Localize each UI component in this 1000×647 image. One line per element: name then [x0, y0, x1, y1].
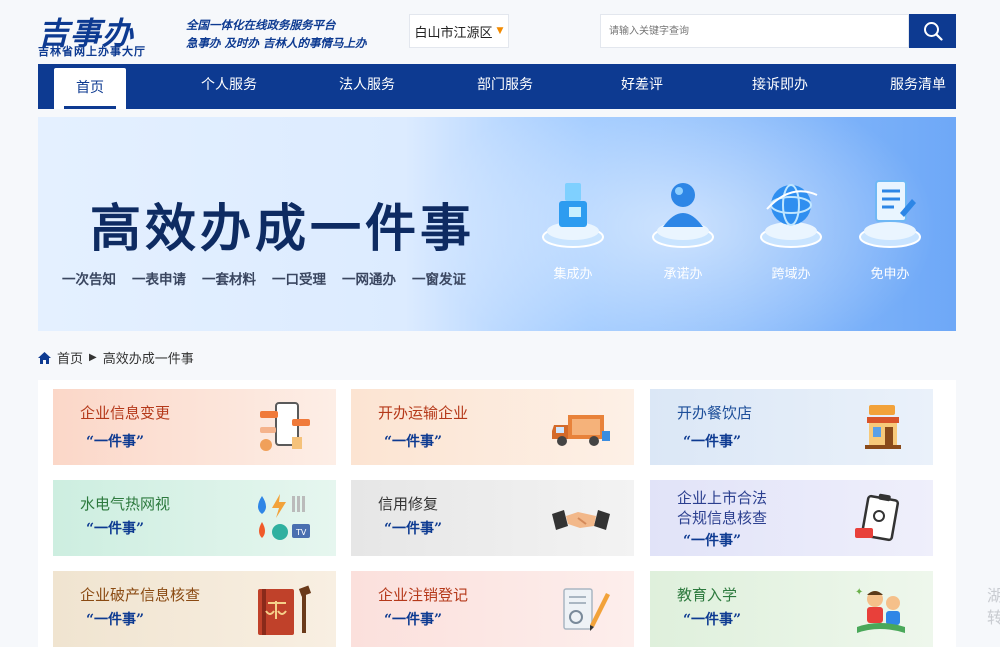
breadcrumb-current: 高效办成一件事: [102, 352, 194, 367]
card-title: 开办运输企业: [378, 404, 469, 422]
banner-tag: 一表申请: [132, 272, 186, 288]
card-title: 企业信息变更: [80, 404, 171, 422]
checklist-icon: [855, 493, 900, 542]
globe-icon: [757, 173, 825, 251]
banner-tag: 一窗发证: [412, 272, 466, 288]
site-header: 吉事办 吉林省网上办事大厅 全国一体化在线政务服务平台 急事办 及时办 吉林人的…: [38, 8, 956, 60]
person-icon: [649, 173, 717, 251]
card-subtitle: “一件事”: [683, 612, 742, 628]
restaurant-icon: [865, 405, 901, 449]
card-subtitle: “一件事”: [384, 521, 443, 537]
truck-icon: [552, 415, 610, 446]
side-floating-text[interactable]: 湖 转: [987, 585, 1000, 629]
banner-tags: 一次告知 一表申请 一套材料 一口受理 一网通办 一窗发证: [62, 268, 466, 288]
banner-tag: 一网通办: [342, 272, 396, 288]
caret-down-icon: ▼: [496, 26, 504, 36]
card-title: 水电气热网视: [80, 495, 171, 513]
card-title: 企业注销登记: [378, 586, 469, 604]
search-button[interactable]: [909, 14, 956, 48]
feature-label: 集成办: [553, 267, 593, 282]
feature-integrated[interactable]: 集成办: [531, 173, 615, 282]
site-slogan: 全国一体化在线政务服务平台 急事办 及时办 吉林人的事情马上办: [186, 16, 367, 52]
banner-tag: 一口受理: [272, 272, 326, 288]
slogan-line-1: 全国一体化在线政务服务平台: [186, 18, 336, 32]
hero-banner: 高效办成一件事 一次告知 一表申请 一套材料 一口受理 一网通办 一窗发证 集成…: [38, 117, 956, 331]
feature-label: 承诺办: [663, 267, 703, 282]
nav-item-department[interactable]: 部门服务: [464, 64, 546, 109]
document-icon: [856, 173, 924, 251]
breadcrumb: 首页 ▶ 高效办成一件事: [38, 348, 194, 367]
slogan-line-2: 急事办 及时办 吉林人的事情马上办: [186, 36, 367, 50]
card-title: 开办餐饮店: [677, 404, 753, 422]
nav-item-service-list[interactable]: 服务清单: [876, 64, 960, 109]
card-subtitle: “一件事”: [86, 521, 145, 537]
svg-text:TV: TV: [295, 528, 307, 537]
svg-text:✦: ✦: [855, 587, 863, 598]
card-subtitle: “一件事”: [384, 612, 443, 628]
home-icon: [38, 351, 51, 364]
main-nav: 首页 个人服务 法人服务 部门服务 好差评 接诉即办 服务清单: [38, 64, 956, 109]
document-pen-icon: [563, 588, 610, 631]
student-icon: ✦: [855, 587, 905, 633]
feature-promise[interactable]: 承诺办: [641, 173, 725, 282]
service-card[interactable]: 水电气热网视 “一件事” TV: [53, 480, 336, 556]
feature-label: 免申办: [870, 267, 910, 282]
card-subtitle: “一件事”: [384, 434, 443, 450]
utilities-icon: TV: [258, 494, 310, 540]
card-subtitle: “一件事”: [86, 434, 145, 450]
card-subtitle: “一件事”: [683, 434, 742, 450]
nav-item-complaint[interactable]: 接诉即办: [738, 64, 822, 109]
card-title: 教育入学: [677, 586, 738, 604]
nav-item-home[interactable]: 首页: [54, 68, 126, 109]
cubes-icon: [539, 173, 607, 251]
law-book-icon: [258, 585, 312, 635]
nav-item-review[interactable]: 好差评: [606, 64, 678, 109]
service-card[interactable]: 开办餐饮店 “一件事”: [650, 389, 933, 465]
service-card-grid: 企业信息变更 “一件事” 开办运输企业 “一件事” 开办餐饮店 “一件事” 水电…: [38, 380, 956, 647]
service-card[interactable]: 教育入学 “一件事” ✦: [650, 571, 933, 647]
chevron-right-icon: ▶: [89, 352, 97, 363]
card-subtitle: “一件事”: [86, 612, 145, 628]
phone-info-icon: [260, 402, 310, 451]
service-card[interactable]: 企业信息变更 “一件事”: [53, 389, 336, 465]
card-title: 企业破产信息核查: [80, 586, 201, 604]
breadcrumb-home[interactable]: 首页: [57, 348, 83, 367]
feature-cross-region[interactable]: 跨域办: [749, 173, 833, 282]
feature-label: 跨域办: [771, 267, 811, 282]
handshake-icon: [552, 510, 610, 530]
card-title: 企业上市合法 合规信息核查: [677, 489, 768, 527]
banner-tag: 一次告知: [62, 272, 116, 288]
card-subtitle: “一件事”: [683, 533, 742, 549]
search-input[interactable]: [600, 14, 909, 48]
nav-item-corporate[interactable]: 法人服务: [326, 64, 408, 109]
side-text: 湖 转: [987, 586, 1000, 627]
service-card[interactable]: 企业破产信息核查 “一件事”: [53, 571, 336, 647]
search-icon: [923, 22, 943, 41]
nav-item-personal[interactable]: 个人服务: [188, 64, 270, 109]
banner-tag: 一套材料: [202, 272, 256, 288]
region-selector[interactable]: 白山市江源区 ▼: [409, 14, 509, 48]
service-card[interactable]: 企业注销登记 “一件事”: [351, 571, 634, 647]
service-card[interactable]: 信用修复 “一件事”: [351, 480, 634, 556]
feature-exempt[interactable]: 免申办: [848, 173, 932, 282]
service-card[interactable]: 开办运输企业 “一件事”: [351, 389, 634, 465]
card-title: 信用修复: [378, 495, 439, 513]
service-card[interactable]: 企业上市合法 合规信息核查 “一件事”: [650, 480, 933, 556]
site-logo-subtitle: 吉林省网上办事大厅: [38, 45, 146, 58]
banner-title: 高效办成一件事: [90, 200, 476, 259]
region-label: 白山市江源区: [414, 25, 493, 41]
